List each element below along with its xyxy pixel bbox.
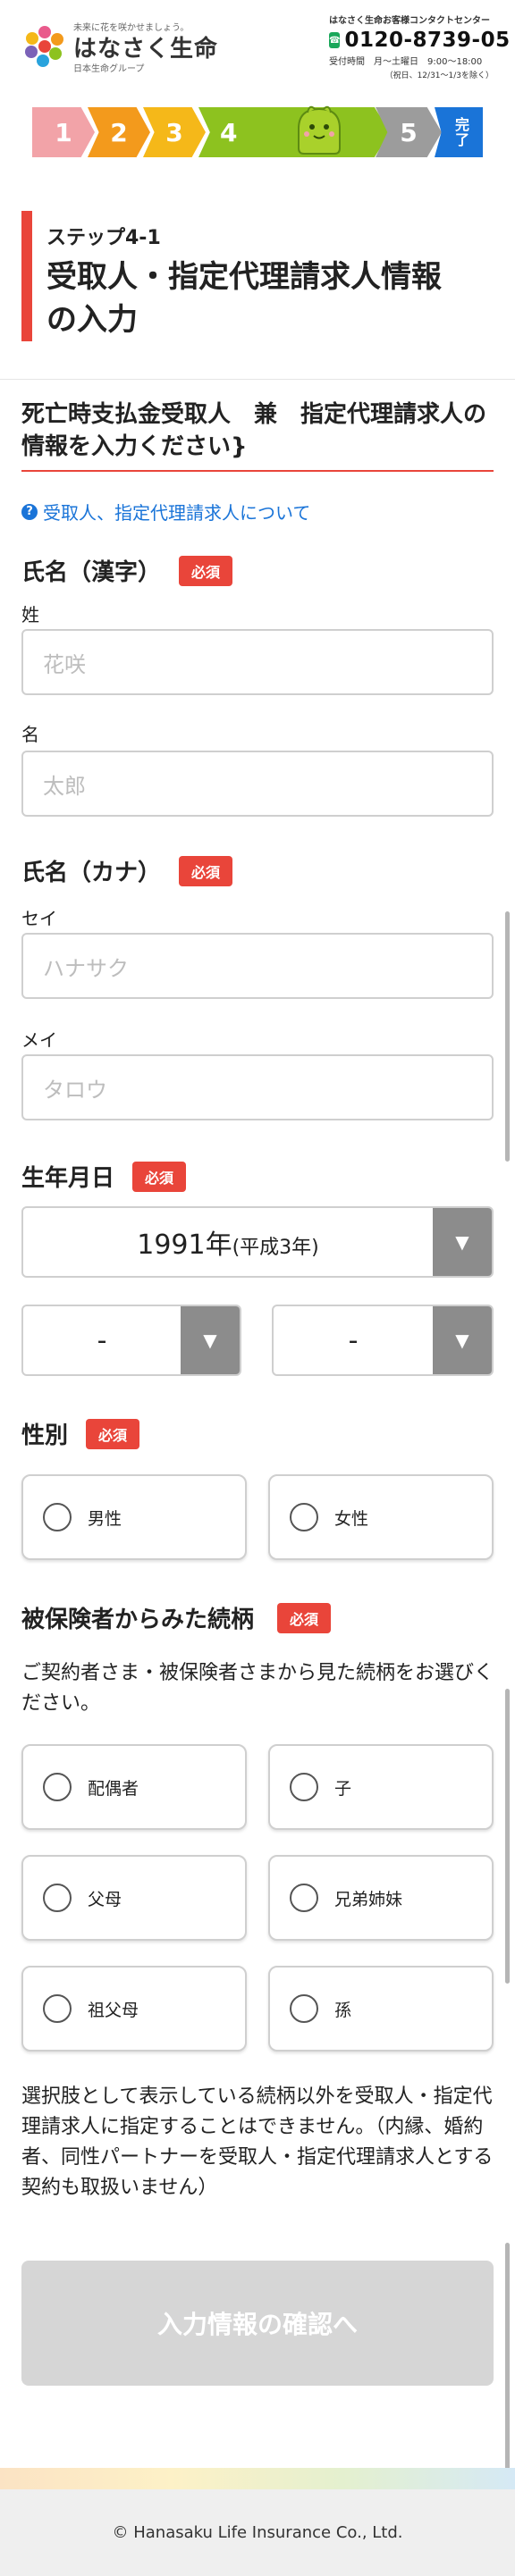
gender-option-female[interactable]: 女性 (268, 1474, 494, 1560)
first-name-label: 名 (21, 724, 39, 745)
relationship-option-label: 父母 (88, 1889, 122, 1909)
help-link-text[interactable]: 受取人、指定代理請求人について (43, 499, 310, 524)
relationship-option-parent[interactable]: 父母 (21, 1855, 247, 1941)
section-underline (21, 470, 494, 472)
progress-stepper: 1 2 3 4 5 完了 (32, 105, 483, 157)
section-heading: 死亡時支払金受取人 兼 指定代理請求人の情報を入力ください} (21, 401, 487, 460)
first-name-kana-input[interactable]: タロウ (21, 1054, 494, 1120)
freedial-icon: ☎ (329, 32, 341, 48)
relationship-option-label: 孫 (334, 2000, 352, 2020)
birth-year-text: 1991年 (137, 1229, 232, 1261)
copyright-text: © Hanasaku Life Insurance Co., Ltd. (112, 2523, 403, 2542)
page-title-line2: の入力 (46, 302, 138, 338)
step-3: 3 (143, 107, 206, 157)
relationship-option-spouse[interactable]: 配偶者 (21, 1744, 247, 1830)
dropdown-arrow-icon: ▼ (433, 1306, 492, 1374)
radio-button[interactable] (43, 1884, 72, 1912)
relationship-option-label: 兄弟姉妹 (334, 1889, 403, 1909)
relationship-label-text: 被保険者からみた続柄 (21, 1607, 255, 1633)
required-badge: 必須 (179, 855, 233, 886)
relationship-option-label: 祖父母 (88, 2000, 139, 2020)
name-kanji-label: 氏名（漢字） 必須 (21, 554, 233, 587)
contact-hours-note: （祝日、12/31～1/3を除く） (384, 71, 494, 80)
birthdate-label-text: 生年月日 (21, 1165, 115, 1192)
scrollbar[interactable] (505, 2243, 510, 2475)
question-icon: ? (21, 503, 38, 520)
relationship-description: ご契約者さま・被保険者さまから見た続柄をお選びください。 (21, 1662, 494, 1715)
birth-year-value: 1991年(平成3年) (23, 1222, 433, 1262)
radio-button[interactable] (290, 1503, 318, 1531)
last-name-label: 姓 (21, 604, 39, 625)
step-label: ステップ4-1 (46, 227, 161, 249)
birth-day-value: - (348, 1324, 359, 1356)
first-name-kana-label: メイ (21, 1029, 57, 1051)
gender-label-text: 性別 (21, 1422, 69, 1449)
step-complete-label: 完了 (454, 116, 469, 148)
name-kanji-label-text: 氏名（漢字） (21, 559, 162, 586)
relationship-label: 被保険者からみた続柄 必須 (21, 1601, 332, 1634)
step-complete: 完了 (435, 107, 483, 157)
relationship-option-label: 配偶者 (88, 1778, 139, 1799)
confirm-button[interactable]: 入力情報の確認へ (21, 2261, 494, 2386)
birthdate-label: 生年月日 必須 (21, 1160, 187, 1193)
birth-month-select[interactable]: - ▼ (21, 1305, 241, 1376)
relationship-option-child[interactable]: 子 (268, 1744, 494, 1830)
site-header: 未来に花を咲かせましょう。 はなさく生命 日本生命グループ はなさく生命お客様コ… (0, 0, 515, 86)
required-badge: 必須 (277, 1602, 332, 1633)
name-kana-label: 氏名（カナ） 必須 (21, 854, 233, 887)
last-name-kana-input[interactable]: ハナサク (21, 933, 494, 999)
birth-day-select[interactable]: - ▼ (272, 1305, 494, 1376)
contact-hours: 受付時間 月～土曜日 9:00～18:00 (329, 57, 483, 67)
gender-option-label: 女性 (334, 1508, 369, 1529)
relationship-option-grandparent[interactable]: 祖父母 (21, 1966, 247, 2052)
scrollbar[interactable] (505, 911, 510, 1162)
relationship-option-label: 子 (334, 1778, 352, 1799)
required-badge: 必須 (86, 1418, 140, 1449)
help-link[interactable]: ? 受取人、指定代理請求人について (21, 499, 310, 524)
scrollbar[interactable] (505, 1689, 510, 1984)
radio-button[interactable] (43, 1773, 72, 1801)
gender-label: 性別 必須 (21, 1417, 140, 1450)
birth-year-era: (平成3年) (232, 1237, 319, 1259)
last-name-kanji-input[interactable]: 花咲 (21, 629, 494, 695)
relationship-option-sibling[interactable]: 兄弟姉妹 (268, 1855, 494, 1941)
mascot-icon (298, 105, 341, 155)
site-footer: © Hanasaku Life Insurance Co., Ltd. (0, 2489, 515, 2576)
first-name-kanji-input[interactable]: 太郎 (21, 751, 494, 817)
required-badge: 必須 (179, 555, 233, 586)
section-divider (0, 379, 515, 380)
last-name-kana-label: セイ (21, 908, 57, 929)
contact-title: はなさく生命お客様コンタクトセンター (329, 16, 490, 26)
contact-center: はなさく生命お客様コンタクトセンター ☎ 0120-8739-05 受付時間 月… (329, 13, 510, 80)
page-title-block: ステップ4-1 受取人・指定代理請求人情報 の入力 (21, 211, 494, 341)
logo-group: 日本生命グループ (73, 64, 145, 74)
radio-button[interactable] (43, 1994, 72, 2023)
flower-logo-icon (25, 26, 63, 67)
name-kana-label-text: 氏名（カナ） (21, 860, 162, 886)
phone-number[interactable]: 0120-8739-05 (344, 29, 510, 52)
page-title: 受取人・指定代理請求人情報 の入力 (46, 256, 494, 341)
dropdown-arrow-icon: ▼ (433, 1208, 492, 1276)
radio-button[interactable] (290, 1884, 318, 1912)
required-badge: 必須 (132, 1161, 187, 1192)
relationship-note: 選択肢として表示している続柄以外を受取人・指定代理請求人に指定することはできませ… (21, 2085, 494, 2199)
contact-phone-row[interactable]: ☎ 0120-8739-05 (329, 29, 510, 52)
gender-option-label: 男性 (88, 1508, 122, 1529)
radio-button[interactable] (290, 1994, 318, 2023)
company-logo[interactable]: 未来に花を咲かせましょう。 はなさく生命 日本生命グループ (21, 16, 219, 74)
step-1: 1 (32, 107, 95, 157)
birth-month-value: - (97, 1324, 107, 1356)
logo-name: はなさく生命 (73, 36, 219, 63)
birth-year-select[interactable]: 1991年(平成3年) ▼ (21, 1206, 494, 1278)
dropdown-arrow-icon: ▼ (181, 1306, 240, 1374)
gender-option-male[interactable]: 男性 (21, 1474, 247, 1560)
footer-color-stripe (0, 2468, 515, 2489)
relationship-option-grandchild[interactable]: 孫 (268, 1966, 494, 2052)
radio-button[interactable] (290, 1773, 318, 1801)
page-title-line1: 受取人・指定代理請求人情報 (46, 259, 442, 295)
step-2: 2 (88, 107, 150, 157)
radio-button[interactable] (43, 1503, 72, 1531)
